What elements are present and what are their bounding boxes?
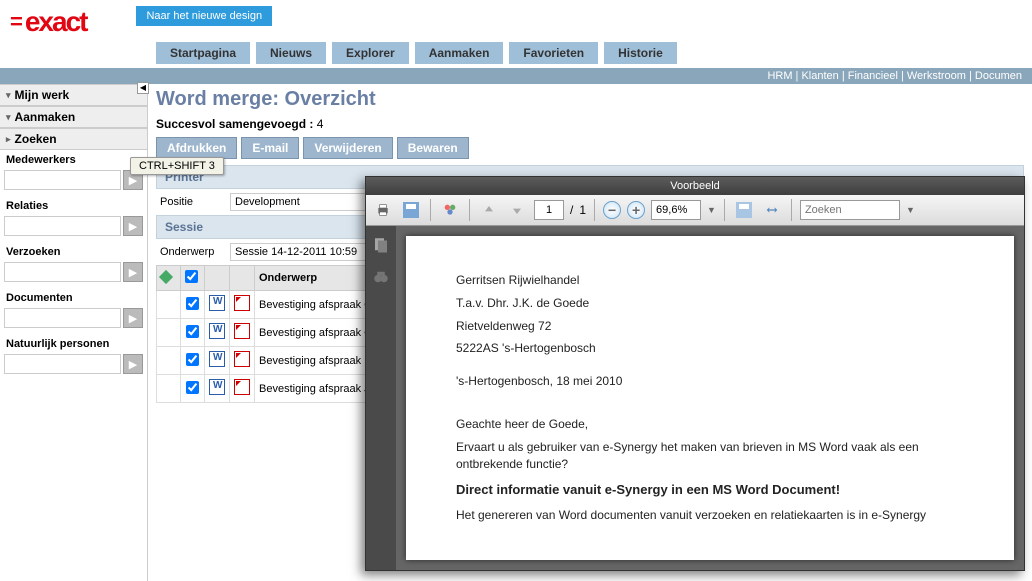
shortcut-tooltip: CTRL+SHIFT 3	[130, 157, 224, 175]
sidebar: ▾Mijn werk ▾Aanmaken ▸Zoeken Medewerkers…	[0, 84, 148, 581]
nav-historie[interactable]: Historie	[604, 42, 677, 64]
word-icon[interactable]	[209, 351, 225, 367]
top-menu-links[interactable]: HRM | Klanten | Financieel | Werkstroom …	[0, 68, 1032, 84]
col-pin[interactable]	[157, 266, 181, 291]
col-check-all[interactable]	[181, 266, 205, 291]
mail-icon[interactable]	[439, 199, 461, 221]
afdrukken-button[interactable]: Afdrukken	[156, 137, 237, 159]
preview-title: Voorbeeld	[366, 177, 1024, 195]
relaties-go-icon[interactable]: ▶	[123, 216, 143, 236]
pdf-icon[interactable]	[234, 323, 250, 339]
sidebar-label-relaties: Relaties	[0, 196, 147, 216]
pdf-icon[interactable]	[234, 295, 250, 311]
row-checkbox[interactable]	[186, 353, 199, 366]
positie-label: Positie	[160, 196, 220, 208]
word-icon[interactable]	[209, 295, 225, 311]
binoculars-icon[interactable]	[372, 268, 390, 286]
word-icon[interactable]	[209, 323, 225, 339]
page-up-icon[interactable]	[478, 199, 500, 221]
preview-side-tools	[366, 226, 396, 570]
main-nav: Startpagina Nieuws Explorer Aanmaken Fav…	[0, 38, 1032, 68]
preview-window: Voorbeeld / 1 − + ▼ ▼	[365, 176, 1025, 571]
new-design-button[interactable]: Naar het nieuwe design	[136, 6, 272, 26]
checkbox-all[interactable]	[185, 270, 198, 283]
row-checkbox[interactable]	[186, 381, 199, 394]
page-current-input[interactable]	[534, 200, 564, 220]
page-down-icon[interactable]	[506, 199, 528, 221]
sidebar-label-natuurlijk: Natuurlijk personen	[0, 334, 147, 354]
documenten-input[interactable]	[4, 308, 121, 328]
zoom-dropdown-icon[interactable]: ▼	[707, 205, 716, 215]
status-line: Succesvol samengevoegd : 4	[156, 115, 1024, 137]
documenten-go-icon[interactable]: ▶	[123, 308, 143, 328]
bewaren-button[interactable]: Bewaren	[397, 137, 469, 159]
print-icon[interactable]	[372, 199, 394, 221]
search-dropdown-icon[interactable]: ▼	[906, 205, 915, 215]
medewerkers-input[interactable]	[4, 170, 121, 190]
sidebar-label-documenten: Documenten	[0, 288, 147, 308]
pdf-icon[interactable]	[234, 351, 250, 367]
preview-toolbar: / 1 − + ▼ ▼	[366, 195, 1024, 226]
save-icon[interactable]	[400, 199, 422, 221]
sidebar-section-aanmaken[interactable]: ▾Aanmaken	[0, 106, 147, 128]
nav-favorieten[interactable]: Favorieten	[509, 42, 598, 64]
zoom-in-icon[interactable]: +	[627, 201, 645, 219]
sidebar-section-zoeken[interactable]: ▸Zoeken	[0, 128, 147, 150]
nav-explorer[interactable]: Explorer	[332, 42, 409, 64]
logo: =exact	[10, 6, 86, 38]
verwijderen-button[interactable]: Verwijderen	[303, 137, 392, 159]
preview-document: Gerritsen Rijwielhandel T.a.v. Dhr. J.K.…	[406, 236, 1014, 560]
sidebar-label-medewerkers: Medewerkers	[0, 150, 147, 170]
pages-panel-icon[interactable]	[372, 236, 390, 254]
pdf-icon[interactable]	[234, 379, 250, 395]
pin-icon	[159, 269, 173, 283]
nav-startpagina[interactable]: Startpagina	[156, 42, 250, 64]
relaties-input[interactable]	[4, 216, 121, 236]
nav-aanmaken[interactable]: Aanmaken	[415, 42, 504, 64]
nav-nieuws[interactable]: Nieuws	[256, 42, 326, 64]
zoom-input[interactable]	[651, 200, 701, 220]
preview-search-input[interactable]	[800, 200, 900, 220]
natuurlijk-go-icon[interactable]: ▶	[123, 354, 143, 374]
fit-page-icon[interactable]	[733, 199, 755, 221]
page-title: Word merge: Overzicht	[156, 84, 1024, 115]
page-sep: /	[570, 203, 573, 217]
zoom-out-icon[interactable]: −	[603, 201, 621, 219]
natuurlijk-input[interactable]	[4, 354, 121, 374]
word-icon[interactable]	[209, 379, 225, 395]
row-checkbox[interactable]	[186, 297, 199, 310]
verzoeken-input[interactable]	[4, 262, 121, 282]
sidebar-section-mijnwerk[interactable]: ▾Mijn werk	[0, 84, 147, 106]
page-total: 1	[579, 203, 586, 217]
verzoeken-go-icon[interactable]: ▶	[123, 262, 143, 282]
onderwerp-label: Onderwerp	[160, 246, 220, 258]
sidebar-label-verzoeken: Verzoeken	[0, 242, 147, 262]
row-checkbox[interactable]	[186, 325, 199, 338]
email-button[interactable]: E-mail	[241, 137, 299, 159]
fit-width-icon[interactable]	[761, 199, 783, 221]
